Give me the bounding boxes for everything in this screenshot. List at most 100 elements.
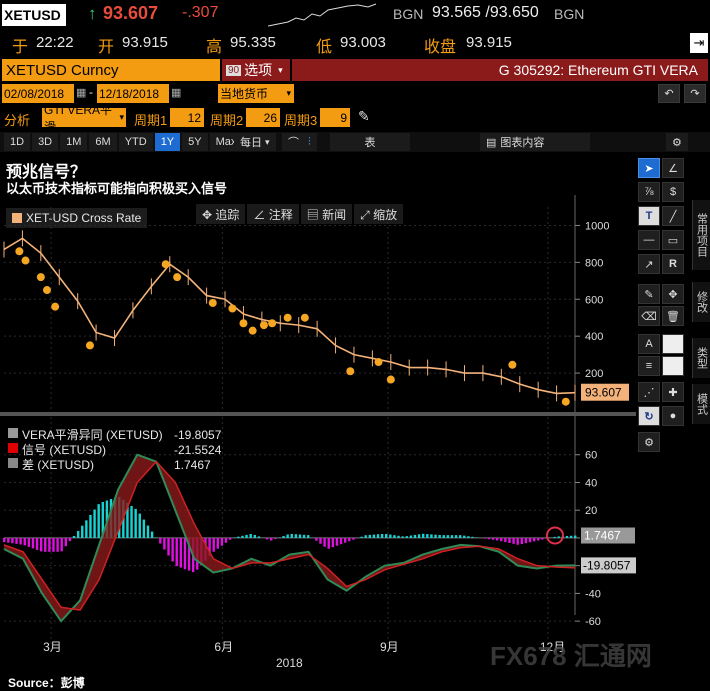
crosshair-tool-icon[interactable]: ✚	[662, 382, 684, 402]
period1-input[interactable]: 12	[170, 108, 204, 127]
draw-line-icon[interactable]: ∠	[662, 158, 684, 178]
period3-input[interactable]: 9	[320, 108, 350, 127]
price-tag: 93.607	[585, 386, 622, 400]
histogram-bar	[307, 535, 309, 538]
range-button-3d[interactable]: 3D	[32, 133, 58, 151]
range-button-5y[interactable]: 5Y	[182, 133, 207, 151]
legend-swatch	[8, 428, 18, 438]
histogram-bar	[258, 536, 260, 538]
histogram-bar	[40, 538, 42, 551]
open-label: 开	[98, 33, 114, 57]
fill-color-icon[interactable]	[662, 334, 684, 354]
frequency-select[interactable]: 每日 ▾	[234, 133, 276, 151]
histogram-bar	[274, 538, 276, 539]
histogram-bar	[434, 535, 436, 538]
eraser-icon[interactable]: ⌫	[638, 306, 660, 326]
histogram-bar	[44, 538, 46, 552]
dash-style-icon[interactable]: ⋰	[638, 382, 660, 402]
histogram-bar	[77, 531, 79, 538]
y-tick-label: -60	[585, 616, 601, 628]
histogram-bar	[15, 538, 17, 544]
dollar-icon[interactable]: $	[662, 182, 684, 202]
pointer-icon[interactable]: ➤	[638, 158, 660, 178]
histogram-bar	[151, 532, 153, 538]
signal-dot	[86, 341, 94, 349]
signal-dot	[15, 247, 23, 255]
histogram-bar	[360, 537, 362, 538]
histogram-bar	[570, 536, 572, 538]
move-icon[interactable]: ✥	[662, 284, 684, 304]
range-buttons: 1D3D1M6MYTD1Y5YMax	[4, 133, 244, 151]
line-width-icon[interactable]: ≡	[638, 356, 660, 376]
histogram-bar	[323, 538, 325, 547]
histogram-bar	[492, 538, 494, 540]
bar-chart-icon[interactable]: ⫶	[302, 133, 317, 151]
pencil-icon[interactable]: ✎	[358, 108, 370, 125]
tab-modify[interactable]: 修改	[692, 282, 710, 322]
ticker-field[interactable]: XETUSD	[2, 4, 66, 26]
rectangle-icon[interactable]: ▭	[662, 230, 684, 250]
histogram-bar	[56, 538, 58, 552]
trash-icon[interactable]: 🗑	[662, 306, 684, 326]
stats-bar: 于 22:22 开 93.915 高 95.335 低 93.003 收盘 93…	[0, 30, 710, 58]
security-title: G 305292: Ethereum GTI VERA	[292, 59, 708, 81]
gear-icon[interactable]: ⚙	[666, 133, 688, 151]
histogram-bar	[73, 536, 75, 538]
options-code: 90	[226, 65, 241, 76]
table-button[interactable]: 表	[330, 133, 410, 151]
x-tick-label: 9月	[380, 640, 399, 654]
calendar-icon[interactable]: ▦	[171, 86, 181, 99]
stroke-color-icon[interactable]	[662, 356, 684, 376]
security-field[interactable]: XETUSD Curncy	[2, 59, 220, 81]
r-tool-icon[interactable]: R	[662, 254, 684, 274]
calendar-icon[interactable]: ▦	[76, 86, 86, 99]
histogram-bar	[81, 526, 83, 538]
histogram-bar	[393, 535, 395, 538]
chart-content-button[interactable]: ▤ 图表内容	[480, 133, 590, 151]
histogram-bar	[237, 537, 239, 538]
settings-gear-icon[interactable]: ⚙	[638, 432, 660, 452]
brush-icon[interactable]: ╱	[662, 206, 684, 226]
hline-icon[interactable]: —	[638, 230, 660, 250]
export-icon[interactable]: ⇥	[690, 33, 708, 53]
edit-icon[interactable]: ✎	[638, 284, 660, 304]
font-icon[interactable]: A	[638, 334, 660, 354]
options-menu[interactable]: 90 选项 ▾	[222, 59, 290, 81]
tab-style[interactable]: 模式	[692, 384, 710, 424]
histogram-bar	[504, 538, 506, 542]
indicator-label: VERA平滑异同 (XETUSD)	[22, 428, 174, 443]
histogram-bar	[24, 538, 26, 545]
dropdown-icon: ▾	[119, 112, 124, 123]
histogram-bar	[163, 538, 165, 550]
refresh-icon[interactable]: ↻	[638, 406, 660, 426]
signal-dot	[375, 358, 383, 366]
palette-icon[interactable]: ●	[662, 406, 684, 426]
tab-type[interactable]: 类型	[692, 338, 710, 378]
bid-source: BGN	[393, 6, 423, 22]
quote-bar: XETUSD ↑ 93.607 -.307 BGN 93.565 /93.650…	[0, 0, 710, 30]
range-button-ytd[interactable]: YTD	[119, 133, 153, 151]
histogram-bar	[291, 534, 293, 538]
undo-icon[interactable]: ↶	[658, 84, 680, 103]
histogram-bar	[221, 538, 223, 546]
redo-icon[interactable]: ↷	[684, 84, 706, 103]
range-button-1y[interactable]: 1Y	[155, 133, 180, 151]
range-button-1m[interactable]: 1M	[60, 133, 87, 151]
text-tool-icon[interactable]: T	[638, 206, 660, 226]
tab-common[interactable]: 常用项目	[692, 200, 710, 270]
indicator-value: 1.7467	[174, 458, 211, 473]
histogram-bar	[319, 538, 321, 544]
sparkline-chart	[268, 2, 378, 28]
period2-input[interactable]: 26	[246, 108, 280, 127]
currency-select[interactable]: 当地货币 ▾	[218, 84, 294, 103]
range-button-6m[interactable]: 6M	[89, 133, 116, 151]
histogram-bar	[303, 535, 305, 538]
low-value: 93.003	[340, 34, 386, 51]
histogram-bar	[286, 535, 288, 538]
fib-icon[interactable]: ⅞	[638, 182, 660, 202]
histogram-bar	[438, 535, 440, 538]
study-select[interactable]: GTI VERA平滑 ▾	[42, 108, 126, 127]
arrow-tool-icon[interactable]: ↗	[638, 254, 660, 274]
histogram-bar	[533, 538, 535, 541]
range-button-1d[interactable]: 1D	[4, 133, 30, 151]
